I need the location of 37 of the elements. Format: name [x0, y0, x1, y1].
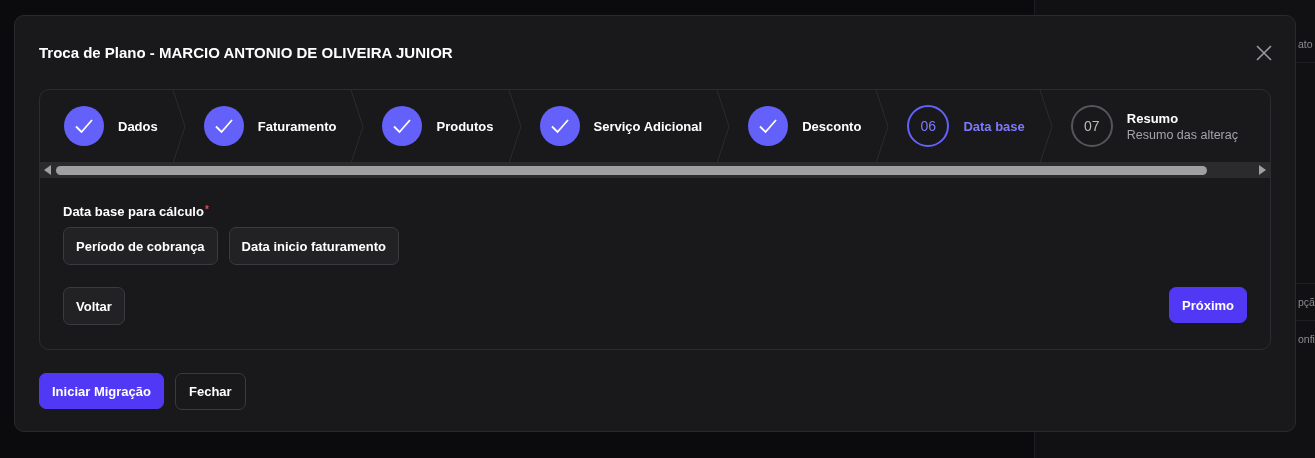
step-item[interactable]: Dados [40, 90, 186, 162]
step-number: 06 [920, 118, 937, 134]
step-label: Dados [118, 118, 158, 134]
close-icon [1256, 44, 1272, 61]
next-button[interactable]: Próximo [1169, 287, 1247, 323]
background-text: onfi [1298, 333, 1315, 345]
background-text: ato [1298, 38, 1313, 50]
check-icon [392, 118, 413, 134]
step-label: Produtos [436, 118, 494, 134]
step-item[interactable]: Produtos [364, 90, 522, 162]
scrollbar-thumb[interactable] [56, 165, 1207, 175]
step-item[interactable]: Desconto [730, 90, 890, 162]
close-dialog-button[interactable]: Fechar [175, 373, 246, 410]
step-number: 07 [1084, 118, 1100, 134]
scroll-right-icon [1258, 165, 1266, 175]
check-icon [213, 118, 234, 134]
horizontal-scrollbar[interactable] [40, 162, 1270, 178]
scroll-left-icon [44, 165, 52, 175]
option-button[interactable]: Data inicio faturamento [228, 227, 400, 265]
step-subtitle: Resumo das alteraç [1126, 127, 1238, 142]
step-label: Resumo [1126, 110, 1180, 126]
check-icon [758, 118, 779, 134]
field-label: Data base para cálculo [63, 204, 204, 219]
step-label: Data base [963, 118, 1025, 134]
check-icon [74, 118, 94, 134]
step-label: Serviço Adicional [593, 118, 703, 134]
option-button[interactable]: Período de cobrança [63, 227, 218, 265]
start-migration-button[interactable]: Iniciar Migração [39, 373, 164, 409]
check-icon [549, 118, 570, 134]
dialog-title: Troca de Plano - MARCIO ANTONIO DE OLIVEIRA JUNIOR [39, 44, 453, 61]
back-button[interactable]: Voltar [63, 287, 125, 325]
required-mark: * [204, 204, 209, 215]
step-label: Desconto [802, 118, 862, 134]
background-text: pçã [1298, 296, 1315, 308]
close-button[interactable] [1256, 44, 1272, 61]
step-label: Faturamento [257, 118, 337, 134]
step-item[interactable]: 07 Resumo Resumo das alteraç [1052, 90, 1238, 162]
